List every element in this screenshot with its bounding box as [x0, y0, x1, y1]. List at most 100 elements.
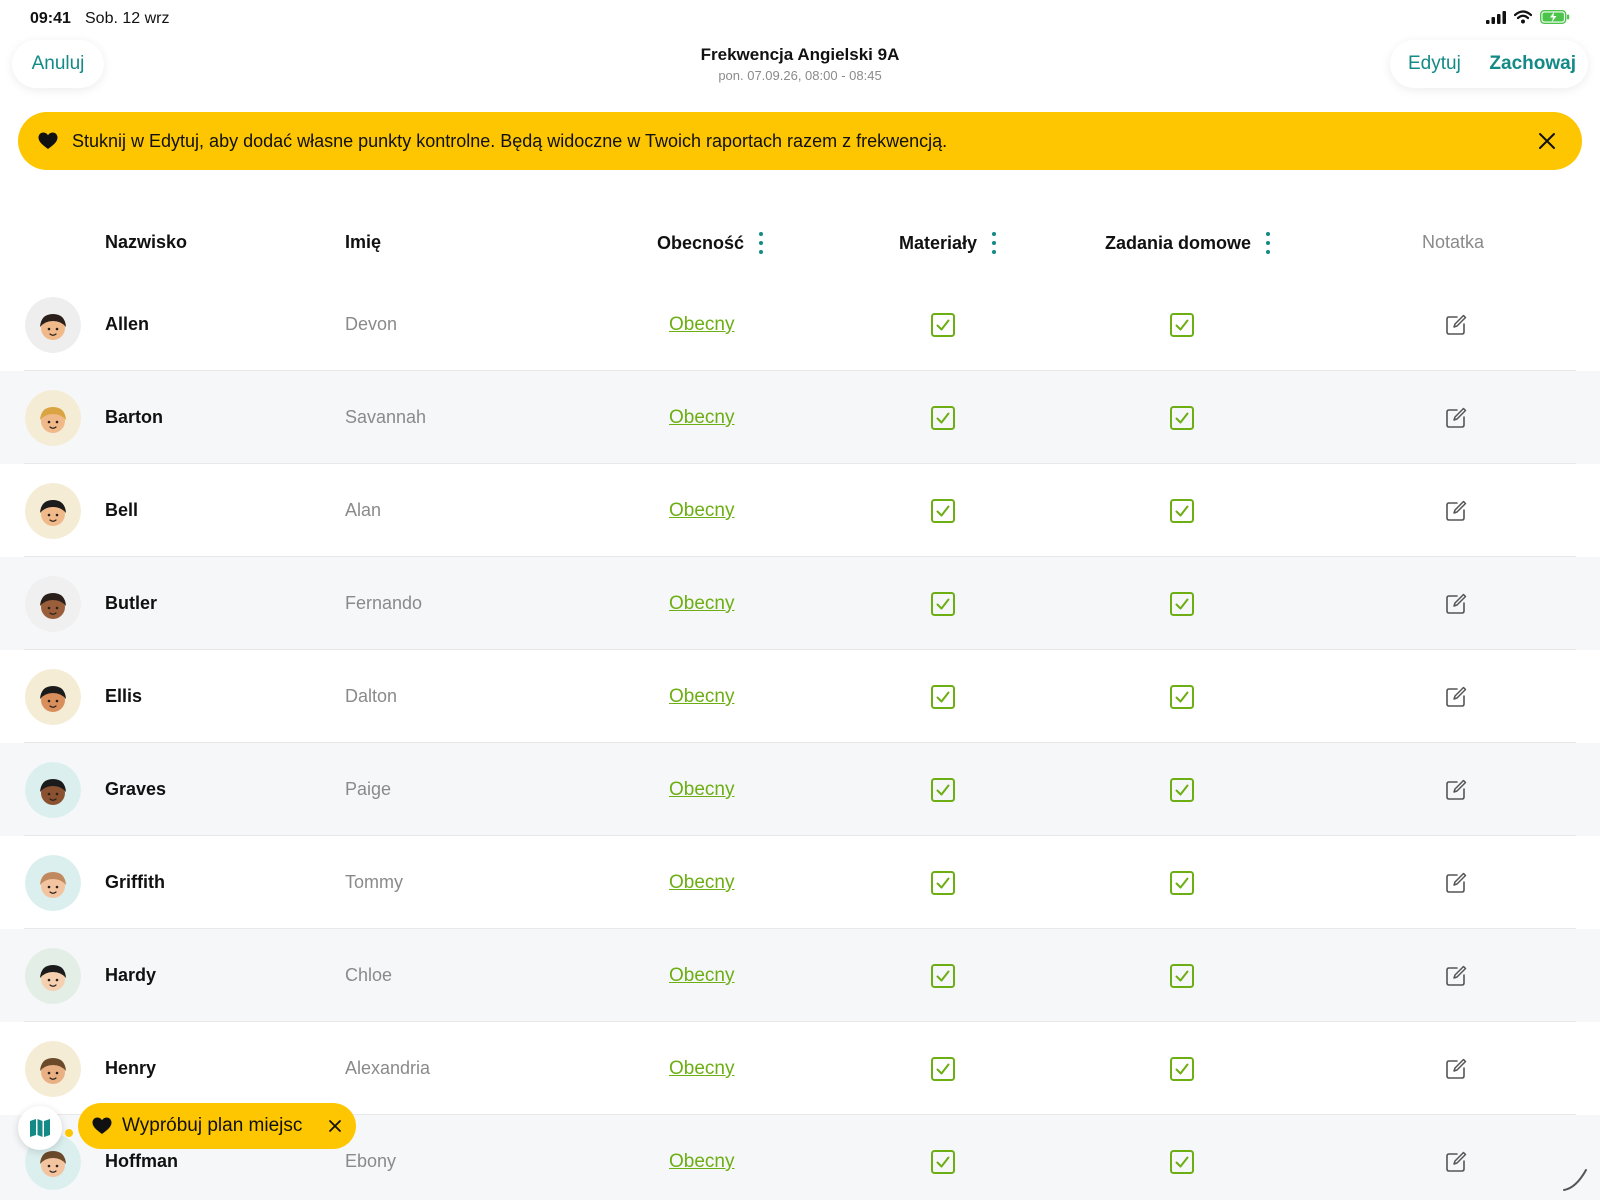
homework-checkbox-icon[interactable] — [1170, 592, 1194, 616]
column-header-surname[interactable]: Nazwisko — [105, 232, 187, 253]
cellular-signal-icon — [1486, 10, 1506, 24]
edit-note-icon[interactable] — [1444, 406, 1468, 430]
student-firstname: Chloe — [345, 965, 393, 985]
homework-checkbox-icon[interactable] — [1170, 685, 1194, 709]
pencil-stroke-icon — [1563, 1169, 1587, 1191]
materials-checkbox-icon[interactable] — [931, 313, 955, 337]
homework-checkbox-icon[interactable] — [1170, 499, 1194, 523]
student-firstname: Tommy — [345, 872, 403, 892]
seating-plan-text: Wypróbuj plan miejsc — [122, 1115, 303, 1136]
edit-note-icon[interactable] — [1444, 685, 1468, 709]
student-firstname: Dalton — [345, 686, 398, 706]
avatar-face-side-part-icon — [25, 948, 81, 1004]
save-button[interactable]: Zachowaj — [1489, 53, 1576, 75]
battery-charging-icon — [1540, 10, 1570, 24]
student-surname: Butler — [105, 593, 158, 613]
presence-status-link[interactable]: Obecny — [669, 500, 734, 522]
materials-checkbox-icon[interactable] — [931, 1150, 955, 1174]
more-vertical-icon[interactable] — [1265, 232, 1271, 254]
column-header-firstname-label: Imię — [345, 232, 382, 252]
materials-checkbox-icon[interactable] — [931, 406, 955, 430]
edit-note-icon[interactable] — [1444, 964, 1468, 988]
table-row: Barton Savannah Obecny — [0, 371, 1600, 464]
status-time: 09:41 — [30, 10, 71, 27]
presence-status-link[interactable]: Obecny — [669, 1058, 734, 1080]
student-surname: Hardy — [105, 965, 157, 985]
homework-checkbox-icon[interactable] — [1170, 406, 1194, 430]
edit-button[interactable]: Edytuj — [1402, 53, 1461, 75]
edit-note-icon[interactable] — [1444, 1057, 1468, 1081]
materials-checkbox-icon[interactable] — [931, 685, 955, 709]
avatar — [25, 948, 81, 1004]
column-header-note: Notatka — [1422, 232, 1484, 253]
avatar-face-dark-skin-icon — [25, 762, 81, 818]
heart-icon — [92, 1117, 112, 1134]
status-bar: 09:41 Sob. 12 wrz — [0, 0, 1600, 34]
more-vertical-icon[interactable] — [758, 232, 764, 254]
table-row: Butler Fernando Obecny — [0, 557, 1600, 650]
materials-checkbox-icon[interactable] — [931, 871, 955, 895]
table-row: Hardy Chloe Obecny — [0, 929, 1600, 1022]
edit-note-icon[interactable] — [1444, 313, 1468, 337]
table-header: Nazwisko Imię Obecność Materiały Zadania… — [0, 222, 1600, 262]
avatar — [25, 855, 81, 911]
seating-plan-button[interactable] — [18, 1106, 62, 1150]
tip-banner: Stuknij w Edytuj, aby dodać własne punkt… — [18, 112, 1582, 170]
homework-checkbox-icon[interactable] — [1170, 313, 1194, 337]
status-date: Sob. 12 wrz — [85, 10, 170, 27]
column-header-homework: Zadania domowe — [1105, 232, 1271, 254]
presence-status-link[interactable]: Obecny — [669, 407, 734, 429]
student-surname: Ellis — [105, 686, 143, 706]
student-surname: Griffith — [105, 872, 165, 892]
page-title: Frekwencja Angielski 9A — [700, 45, 900, 64]
student-list: Allen Devon Obecny Barton Savannah Obecny Bell… — [0, 278, 1600, 1200]
edit-note-icon[interactable] — [1444, 1150, 1468, 1174]
presence-status-link[interactable]: Obecny — [669, 686, 734, 708]
homework-checkbox-icon[interactable] — [1170, 964, 1194, 988]
presence-status-link[interactable]: Obecny — [669, 779, 734, 801]
avatar-face-bun-icon — [25, 576, 81, 632]
edit-note-icon[interactable] — [1444, 778, 1468, 802]
presence-status-link[interactable]: Obecny — [669, 314, 734, 336]
avatar — [25, 576, 81, 632]
materials-checkbox-icon[interactable] — [931, 964, 955, 988]
seating-plan-bubble[interactable]: Wypróbuj plan miejsc — [78, 1103, 356, 1149]
materials-checkbox-icon[interactable] — [931, 1057, 955, 1081]
status-icons — [1486, 10, 1570, 24]
wifi-icon — [1514, 10, 1532, 24]
homework-checkbox-icon[interactable] — [1170, 1057, 1194, 1081]
presence-status-link[interactable]: Obecny — [669, 593, 734, 615]
table-row: Bell Alan Obecny — [0, 464, 1600, 557]
student-surname: Allen — [105, 314, 150, 334]
edit-note-icon[interactable] — [1444, 592, 1468, 616]
materials-checkbox-icon[interactable] — [931, 592, 955, 616]
close-icon[interactable] — [328, 1119, 342, 1133]
presence-status-link[interactable]: Obecny — [669, 965, 734, 987]
column-header-presence-label: Obecność — [657, 232, 745, 253]
avatar-face-blonde-hair-icon — [25, 390, 81, 446]
avatar — [25, 669, 81, 725]
materials-checkbox-icon[interactable] — [931, 499, 955, 523]
homework-checkbox-icon[interactable] — [1170, 871, 1194, 895]
table-row: Ellis Dalton Obecny — [0, 650, 1600, 743]
close-icon[interactable] — [1536, 130, 1558, 152]
edit-note-icon[interactable] — [1444, 871, 1468, 895]
page-subtitle: pon. 07.09.26, 08:00 - 08:45 — [718, 68, 882, 83]
materials-checkbox-icon[interactable] — [931, 778, 955, 802]
presence-status-link[interactable]: Obecny — [669, 872, 734, 894]
edit-note-icon[interactable] — [1444, 499, 1468, 523]
avatar-face-dark-hair-bob-icon — [25, 297, 81, 353]
student-surname: Hoffman — [105, 1151, 178, 1171]
avatar — [25, 297, 81, 353]
homework-checkbox-icon[interactable] — [1170, 1150, 1194, 1174]
more-vertical-icon[interactable] — [991, 232, 997, 254]
table-row: Henry Alexandria Obecny — [0, 1022, 1600, 1115]
homework-checkbox-icon[interactable] — [1170, 778, 1194, 802]
column-header-materials: Materiały — [899, 232, 997, 254]
student-surname: Barton — [105, 407, 163, 427]
page-title-block: Frekwencja Angielski 9A pon. 07.09.26, 0… — [0, 45, 1600, 83]
presence-status-link[interactable]: Obecny — [669, 1151, 734, 1173]
column-header-firstname[interactable]: Imię — [345, 232, 381, 253]
column-header-presence: Obecność — [657, 232, 764, 254]
student-surname: Graves — [105, 779, 167, 799]
